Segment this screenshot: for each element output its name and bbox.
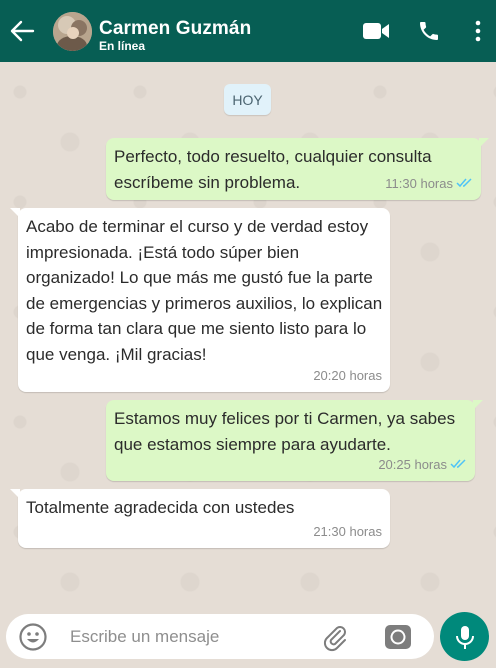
back-arrow-icon[interactable] bbox=[8, 17, 36, 45]
message-text: Acabo de terminar el curso y de verdad e… bbox=[26, 217, 383, 364]
mic-icon[interactable] bbox=[440, 612, 489, 661]
message-composer bbox=[6, 614, 434, 659]
phone-icon[interactable] bbox=[414, 16, 444, 46]
more-vertical-icon[interactable] bbox=[463, 16, 493, 46]
emoji-icon[interactable] bbox=[19, 623, 47, 651]
message-time: 11:30 horas bbox=[385, 175, 453, 191]
camera-icon[interactable] bbox=[383, 622, 413, 652]
chat-area[interactable]: HOY Perfecto, todo resuelto, cualquier c… bbox=[0, 62, 496, 608]
message-meta: 20:20 horas bbox=[313, 363, 382, 389]
message-input[interactable] bbox=[68, 623, 308, 651]
message-time: 20:20 horas bbox=[313, 367, 382, 383]
double-check-icon bbox=[450, 452, 467, 478]
message-time: 21:30 horas bbox=[313, 523, 382, 539]
chat-header: Carmen Guzmán En línea bbox=[0, 0, 496, 62]
message-meta: 11:30 horas bbox=[385, 171, 473, 197]
video-call-icon[interactable] bbox=[361, 16, 391, 46]
message-text: Totalmente agradecida con ustedes bbox=[26, 498, 295, 517]
message-text: Estamos muy felices por ti Carmen, ya sa… bbox=[114, 409, 456, 454]
contact-status: En línea bbox=[99, 39, 146, 53]
day-separator: HOY bbox=[224, 84, 271, 115]
message-outgoing[interactable]: Estamos muy felices por ti Carmen, ya sa… bbox=[106, 400, 483, 481]
avatar[interactable] bbox=[53, 12, 92, 51]
attach-clip-icon[interactable] bbox=[320, 622, 350, 652]
message-time: 20:25 horas bbox=[378, 456, 447, 472]
message-outgoing[interactable]: Perfecto, todo resuelto, cualquier consu… bbox=[106, 138, 489, 200]
message-incoming[interactable]: Acabo de terminar el curso y de verdad e… bbox=[10, 208, 390, 392]
message-meta: 20:25 horas bbox=[378, 452, 467, 478]
message-meta: 21:30 horas bbox=[313, 519, 382, 545]
double-check-icon bbox=[456, 171, 473, 197]
message-incoming[interactable]: Totalmente agradecida con ustedes 21:30 … bbox=[10, 489, 390, 548]
contact-name[interactable]: Carmen Guzmán bbox=[99, 18, 251, 40]
